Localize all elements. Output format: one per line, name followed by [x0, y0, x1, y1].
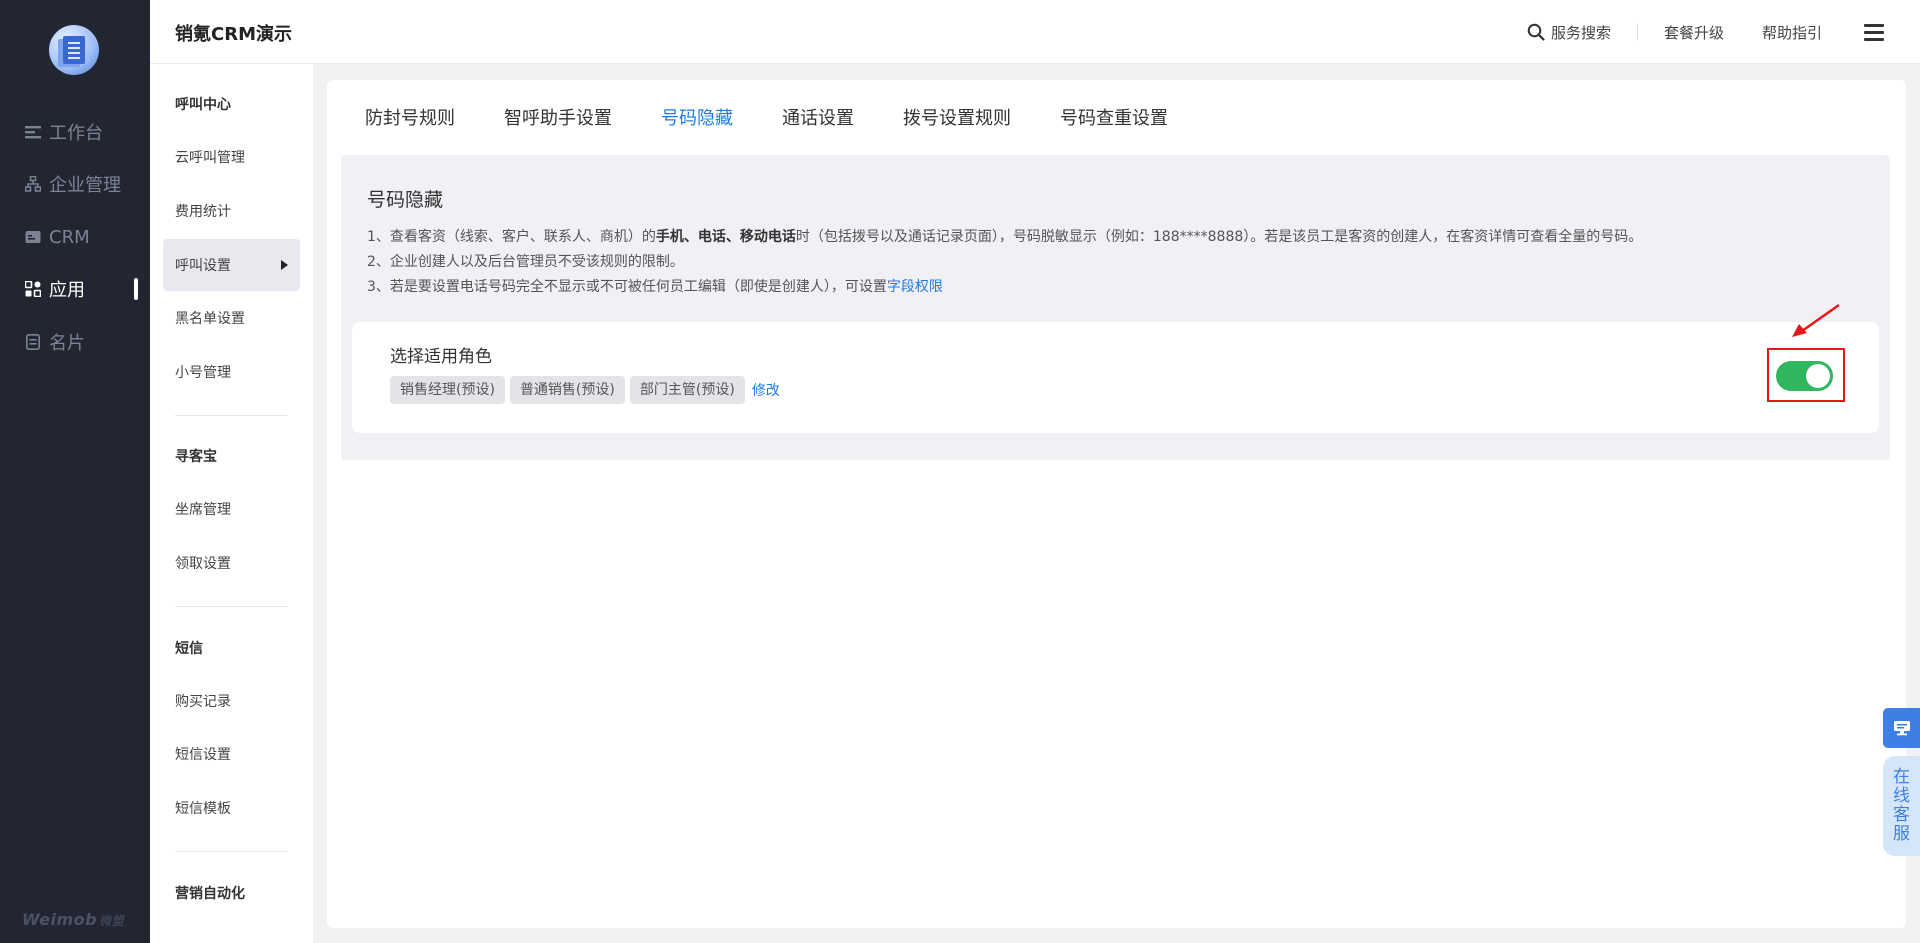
rule-3-part: 3、若是要设置电话号码完全不显示或不可被任何员工编辑（即使是创建人），可设置	[367, 279, 887, 295]
service-search-button[interactable]: 服务搜索	[1527, 22, 1611, 43]
header-actions: 服务搜索 套餐升级 帮助指引	[1527, 0, 1920, 64]
rule-1-bold: 手机、电话、移动电话	[655, 229, 796, 245]
subnav-item-label: 呼叫设置	[175, 258, 231, 274]
subnav-item-seat-manage[interactable]: 坐席管理	[163, 483, 300, 535]
subnav-item-claim-settings[interactable]: 领取设置	[163, 537, 300, 589]
online-service-label: 在线客服	[1893, 767, 1910, 844]
tab-dial-rules[interactable]: 拨号设置规则	[903, 106, 1011, 132]
subnav-group-title: 寻客宝	[175, 449, 217, 465]
subnav-item-purchase-records[interactable]: 购买记录	[163, 675, 300, 727]
number-hide-section: 号码隐藏 1、查看客资（线索、客户、联系人、商机）的手机、电话、移动电话时（包括…	[341, 155, 1890, 460]
plan-upgrade-link[interactable]: 套餐升级	[1664, 22, 1724, 43]
tab-duplicate-check[interactable]: 号码查重设置	[1060, 106, 1168, 132]
subnav-item-cloud-call[interactable]: 云呼叫管理	[163, 131, 300, 183]
business-card-icon	[25, 334, 41, 350]
role-card: 选择适用角色 销售经理(预设) 普通销售(预设) 部门主管(预设) 修改	[352, 322, 1879, 433]
help-guide-link[interactable]: 帮助指引	[1762, 22, 1822, 43]
field-permission-link[interactable]: 字段权限	[887, 279, 943, 295]
secondary-nav: 呼叫中心 云呼叫管理 费用统计 呼叫设置 黑名单设置 小号管理 寻客宝 坐席管理…	[150, 64, 313, 943]
crm-card-icon	[25, 229, 41, 245]
subnav-item-virtual-number[interactable]: 小号管理	[163, 346, 300, 398]
service-search-label: 服务搜索	[1550, 23, 1611, 42]
nav-item-enterprise[interactable]: 企业管理	[0, 164, 150, 204]
document-logo-icon	[63, 36, 85, 64]
role-card-title: 选择适用角色	[390, 347, 492, 367]
tab-smart-call[interactable]: 智呼助手设置	[504, 106, 612, 132]
tab-call-settings[interactable]: 通话设置	[782, 106, 854, 132]
nav-item-label: 工作台	[49, 123, 103, 144]
rule-2: 2、企业创建人以及后台管理员不受该规则的限制。	[367, 254, 684, 270]
app-title: 销氪CRM演示	[175, 24, 292, 45]
subnav-item-cost-stats[interactable]: 费用统计	[163, 185, 300, 237]
nav-item-crm[interactable]: CRM	[0, 217, 150, 257]
rule-1-part: 1、查看客资（线索、客户、联系人、商机）的	[367, 229, 656, 245]
tab-anti-block[interactable]: 防封号规则	[365, 106, 455, 132]
subnav-divider	[175, 606, 287, 607]
subnav-group-title: 呼叫中心	[175, 97, 231, 113]
section-title: 号码隐藏	[367, 189, 444, 211]
left-nav: 工作台 企业管理 CRM 应用 名片 Weimob 微盟	[0, 0, 150, 943]
subnav-item-sms-settings[interactable]: 短信设置	[163, 728, 300, 780]
nav-item-business-card[interactable]: 名片	[0, 322, 150, 362]
header-divider	[1636, 23, 1638, 41]
active-indicator	[134, 278, 138, 300]
toggle-knob	[1806, 364, 1830, 388]
role-tag: 销售经理(预设)	[390, 376, 505, 404]
nav-item-label: 应用	[49, 280, 85, 301]
role-tag: 部门主管(预设)	[629, 376, 745, 404]
nav-item-label: CRM	[49, 226, 90, 248]
search-icon	[1527, 23, 1545, 41]
nav-item-label: 企业管理	[49, 175, 121, 196]
nav-item-apps[interactable]: 应用	[0, 269, 150, 309]
workbench-icon	[25, 124, 41, 140]
role-tag: 普通销售(预设)	[509, 376, 625, 404]
nav-item-workbench[interactable]: 工作台	[0, 112, 150, 152]
number-hide-toggle[interactable]	[1776, 361, 1833, 391]
apps-grid-icon	[25, 281, 41, 297]
role-tags: 销售经理(预设) 普通销售(预设) 部门主管(预设) 修改	[390, 376, 780, 404]
subnav-item-blacklist[interactable]: 黑名单设置	[163, 292, 300, 344]
annotation-arrow-icon	[1792, 303, 1840, 337]
settings-tabs: 防封号规则 智呼助手设置 号码隐藏 通话设置 拨号设置规则 号码查重设置	[365, 106, 1217, 132]
brand-text-cn: 微盟	[99, 914, 125, 928]
rules-text: 1、查看客资（线索、客户、联系人、商机）的手机、电话、移动电话时（包括拨号以及通…	[367, 225, 1642, 300]
tab-number-hide[interactable]: 号码隐藏	[661, 106, 733, 132]
main-panel: 防封号规则 智呼助手设置 号码隐藏 通话设置 拨号设置规则 号码查重设置 号码隐…	[327, 80, 1906, 928]
org-tree-icon	[25, 176, 41, 192]
rule-1-part: 时（包括拨号以及通话记录页面），号码脱敏显示（例如：188****8888）。若…	[795, 229, 1643, 245]
caret-right-icon	[281, 260, 288, 270]
rule-1: 1、查看客资（线索、客户、联系人、商机）的手机、电话、移动电话时（包括拨号以及通…	[367, 225, 1642, 250]
subnav-divider	[175, 851, 287, 852]
menu-icon[interactable]	[1864, 20, 1884, 45]
edit-roles-link[interactable]: 修改	[752, 380, 780, 400]
app-logo[interactable]	[49, 25, 99, 75]
highlight-box	[1767, 348, 1845, 402]
subnav-group-title: 短信	[175, 641, 203, 657]
subnav-divider	[175, 415, 287, 416]
subnav-item-call-settings[interactable]: 呼叫设置	[163, 239, 300, 291]
brand-text: Weimob	[22, 910, 98, 929]
subnav-item-sms-templates[interactable]: 短信模板	[163, 782, 300, 834]
online-service-button[interactable]: 在线客服	[1883, 756, 1920, 856]
weimob-brand: Weimob 微盟	[22, 910, 124, 929]
nav-item-label: 名片	[49, 333, 85, 354]
monitor-icon	[1893, 721, 1910, 736]
subnav-group-title: 营销自动化	[175, 886, 245, 902]
top-header: 销氪CRM演示 服务搜索 套餐升级 帮助指引	[150, 0, 1920, 64]
rule-3: 3、若是要设置电话号码完全不显示或不可被任何员工编辑（即使是创建人），可设置字段…	[367, 275, 1642, 300]
chat-float-button[interactable]	[1883, 708, 1920, 748]
